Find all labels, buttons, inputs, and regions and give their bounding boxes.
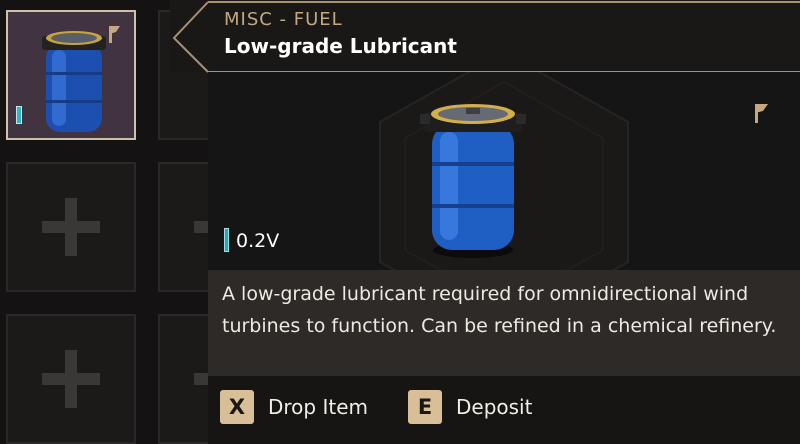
drop-item-label: Drop Item <box>268 395 368 419</box>
voltage-indicator <box>16 106 22 124</box>
inventory-slot-selected[interactable] <box>6 10 136 140</box>
inventory-slot-empty[interactable] <box>6 314 136 444</box>
item-category: MISC - FUEL <box>224 9 343 30</box>
deposit-label: Deposit <box>456 395 533 419</box>
key-x-icon: X <box>220 390 254 424</box>
item-preview: 0.2V <box>208 72 800 270</box>
action-bar: X Drop Item E Deposit <box>208 376 800 444</box>
voltage-bar <box>224 228 229 252</box>
key-e-icon: E <box>408 390 442 424</box>
item-title: Low-grade Lubricant <box>224 34 457 58</box>
tooltip-header: MISC - FUEL Low-grade Lubricant <box>170 0 800 73</box>
item-description: A low-grade lubricant required for omnid… <box>208 270 800 376</box>
drop-item-button[interactable]: X Drop Item <box>220 390 368 424</box>
tag-flag-icon <box>755 104 768 123</box>
voltage-value: 0.2V <box>236 230 280 252</box>
item-tooltip: MISC - FUEL Low-grade Lubricant 0.2V A l… <box>170 0 800 444</box>
deposit-button[interactable]: E Deposit <box>408 390 532 424</box>
tag-flag-icon <box>109 26 120 43</box>
blue-barrel-icon <box>420 104 526 258</box>
inventory-slot-empty[interactable] <box>6 162 136 292</box>
blue-barrel-icon <box>42 31 106 132</box>
